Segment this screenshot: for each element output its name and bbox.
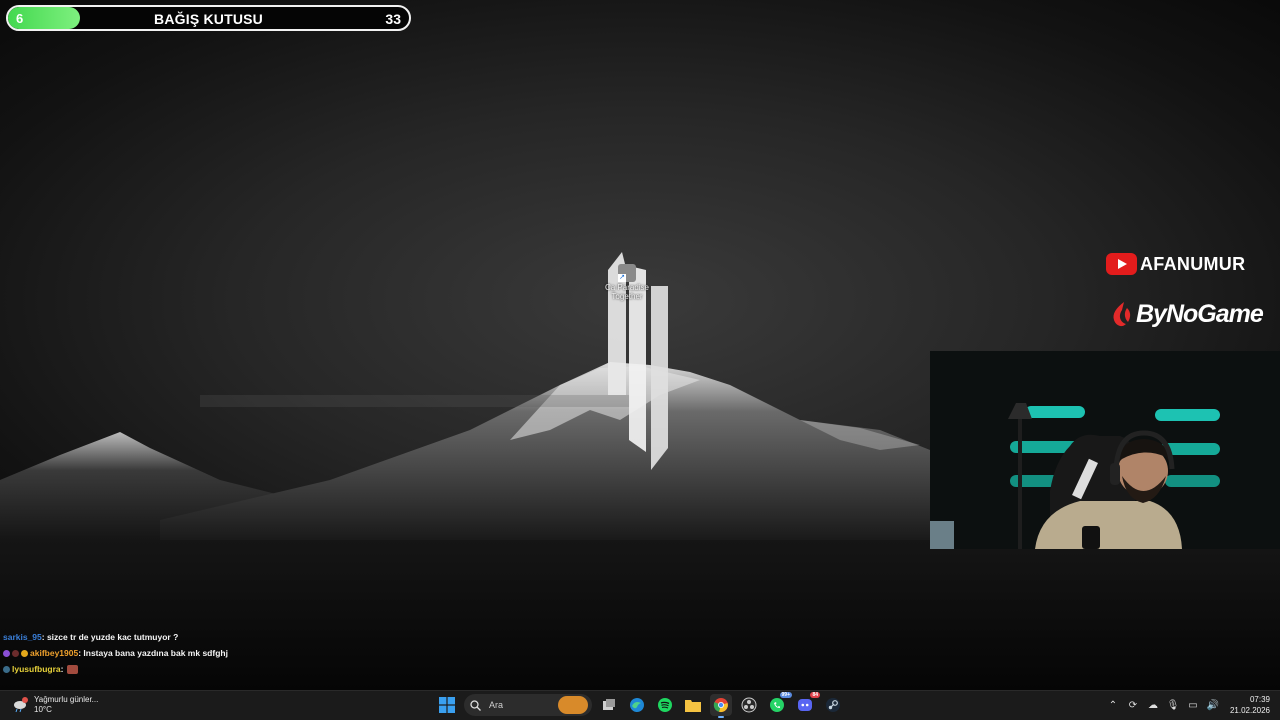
mountain-landscape bbox=[0, 252, 1280, 690]
chat-username: akifbey1905 bbox=[30, 648, 79, 658]
chat-message: lyusufbugra : bbox=[3, 661, 228, 677]
chat-message: sarkis_95 : sizce tr de yuzde kac tutmuy… bbox=[3, 629, 228, 645]
clock-date: 21.02.2026 bbox=[1229, 706, 1270, 715]
chat-message-text: : Instaya bana yazdına bak mk sdfghj bbox=[78, 648, 228, 658]
taskbar-clock[interactable]: 07:39 21.02.2026 bbox=[1230, 694, 1270, 716]
youtube-icon bbox=[1106, 253, 1137, 275]
game-shortcut-icon: ↗ bbox=[618, 264, 636, 282]
donation-goal-value: 33 bbox=[385, 11, 401, 27]
chevron-up-icon[interactable]: ⌃ bbox=[1106, 698, 1120, 712]
file-explorer-button[interactable] bbox=[682, 694, 704, 716]
youtube-channel-name: AFANUMUR bbox=[1140, 253, 1246, 274]
whatsapp-icon bbox=[770, 698, 784, 712]
webcam-overlay bbox=[930, 351, 1280, 549]
bynogame-logo-icon bbox=[1113, 301, 1131, 326]
weather-widget[interactable]: Yağmurlu günler... 10°C bbox=[12, 695, 98, 715]
taskbar-search[interactable] bbox=[464, 694, 592, 716]
weather-title: Yağmurlu günler... bbox=[34, 695, 99, 704]
edge-button[interactable] bbox=[626, 694, 648, 716]
spotify-icon bbox=[658, 698, 672, 712]
donation-goal-bar: 6 BAĞIŞ KUTUSU 33 bbox=[6, 5, 411, 31]
stream-chat: sarkis_95 : sizce tr de yuzde kac tutmuy… bbox=[3, 629, 228, 677]
coin-badge-icon bbox=[21, 649, 28, 657]
chat-username: lyusufbugra bbox=[12, 664, 61, 674]
discord-button[interactable]: 84 bbox=[794, 692, 820, 716]
youtube-branding: AFANUMUR bbox=[1106, 253, 1245, 275]
taskbar-apps: 99+ 84 bbox=[436, 692, 844, 718]
chat-emote-icon bbox=[66, 664, 78, 674]
microphone-icon[interactable]: 🎙 bbox=[1166, 698, 1180, 712]
gift-badge-icon bbox=[12, 649, 19, 657]
windows-start-icon bbox=[439, 697, 455, 713]
streamer-webcam-feed bbox=[930, 351, 1280, 549]
edge-icon bbox=[630, 698, 644, 712]
task-view-button[interactable] bbox=[598, 694, 620, 716]
chat-username: sarkis_95 bbox=[3, 632, 42, 642]
rain-cloud-icon bbox=[12, 697, 28, 713]
steam-button[interactable] bbox=[822, 694, 844, 716]
start-button[interactable] bbox=[436, 694, 458, 716]
windows-taskbar: Yağmurlu günler... 10°C Ara 99+ 84 ⌃ ⟳ ☁… bbox=[0, 690, 1280, 720]
weather-temp: 10°C bbox=[34, 705, 52, 714]
clock-time: 07:39 bbox=[1249, 695, 1270, 704]
obs-icon bbox=[741, 697, 757, 713]
discord-icon bbox=[798, 699, 812, 711]
sponsor-name: ByNoGame bbox=[1136, 300, 1264, 328]
cloud-icon[interactable]: ☁ bbox=[1146, 698, 1160, 712]
desktop-shortcut-label: Ca Paradise Together bbox=[604, 283, 650, 301]
system-tray: ⌃ ⟳ ☁ 🎙 ▭ 🔊 07:39 21.02.2026 bbox=[1106, 694, 1270, 716]
sponsor-branding: ByNoGame bbox=[1112, 300, 1264, 329]
task-view-icon bbox=[603, 699, 615, 710]
discord-badge: 84 bbox=[810, 692, 820, 698]
viewer-badge-icon bbox=[3, 665, 10, 673]
sub-badge-icon bbox=[3, 649, 10, 657]
chat-message-text: : sizce tr de yuzde kac tutmuyor ? bbox=[41, 632, 179, 642]
donation-title: BAĞIŞ KUTUSU bbox=[154, 11, 263, 27]
chat-message-text: : bbox=[60, 664, 64, 674]
obs-button[interactable] bbox=[738, 694, 760, 716]
display-icon[interactable]: ▭ bbox=[1186, 698, 1200, 712]
steam-icon bbox=[826, 698, 840, 712]
sync-icon[interactable]: ⟳ bbox=[1126, 698, 1140, 712]
spotify-button[interactable] bbox=[654, 694, 676, 716]
whatsapp-badge: 99+ bbox=[779, 692, 792, 698]
search-icon bbox=[470, 699, 481, 711]
chrome-button[interactable] bbox=[710, 694, 732, 718]
desktop-shortcut[interactable]: ↗ Ca Paradise Together bbox=[604, 264, 650, 301]
chat-message: akifbey1905 : Instaya bana yazdına bak m… bbox=[3, 645, 228, 661]
desktop-wallpaper bbox=[0, 0, 1280, 690]
chrome-icon bbox=[713, 698, 728, 713]
volume-icon[interactable]: 🔊 bbox=[1206, 698, 1220, 712]
folder-icon bbox=[685, 700, 701, 712]
whatsapp-button[interactable]: 99+ bbox=[766, 692, 792, 716]
search-highlight-icon bbox=[558, 696, 588, 714]
